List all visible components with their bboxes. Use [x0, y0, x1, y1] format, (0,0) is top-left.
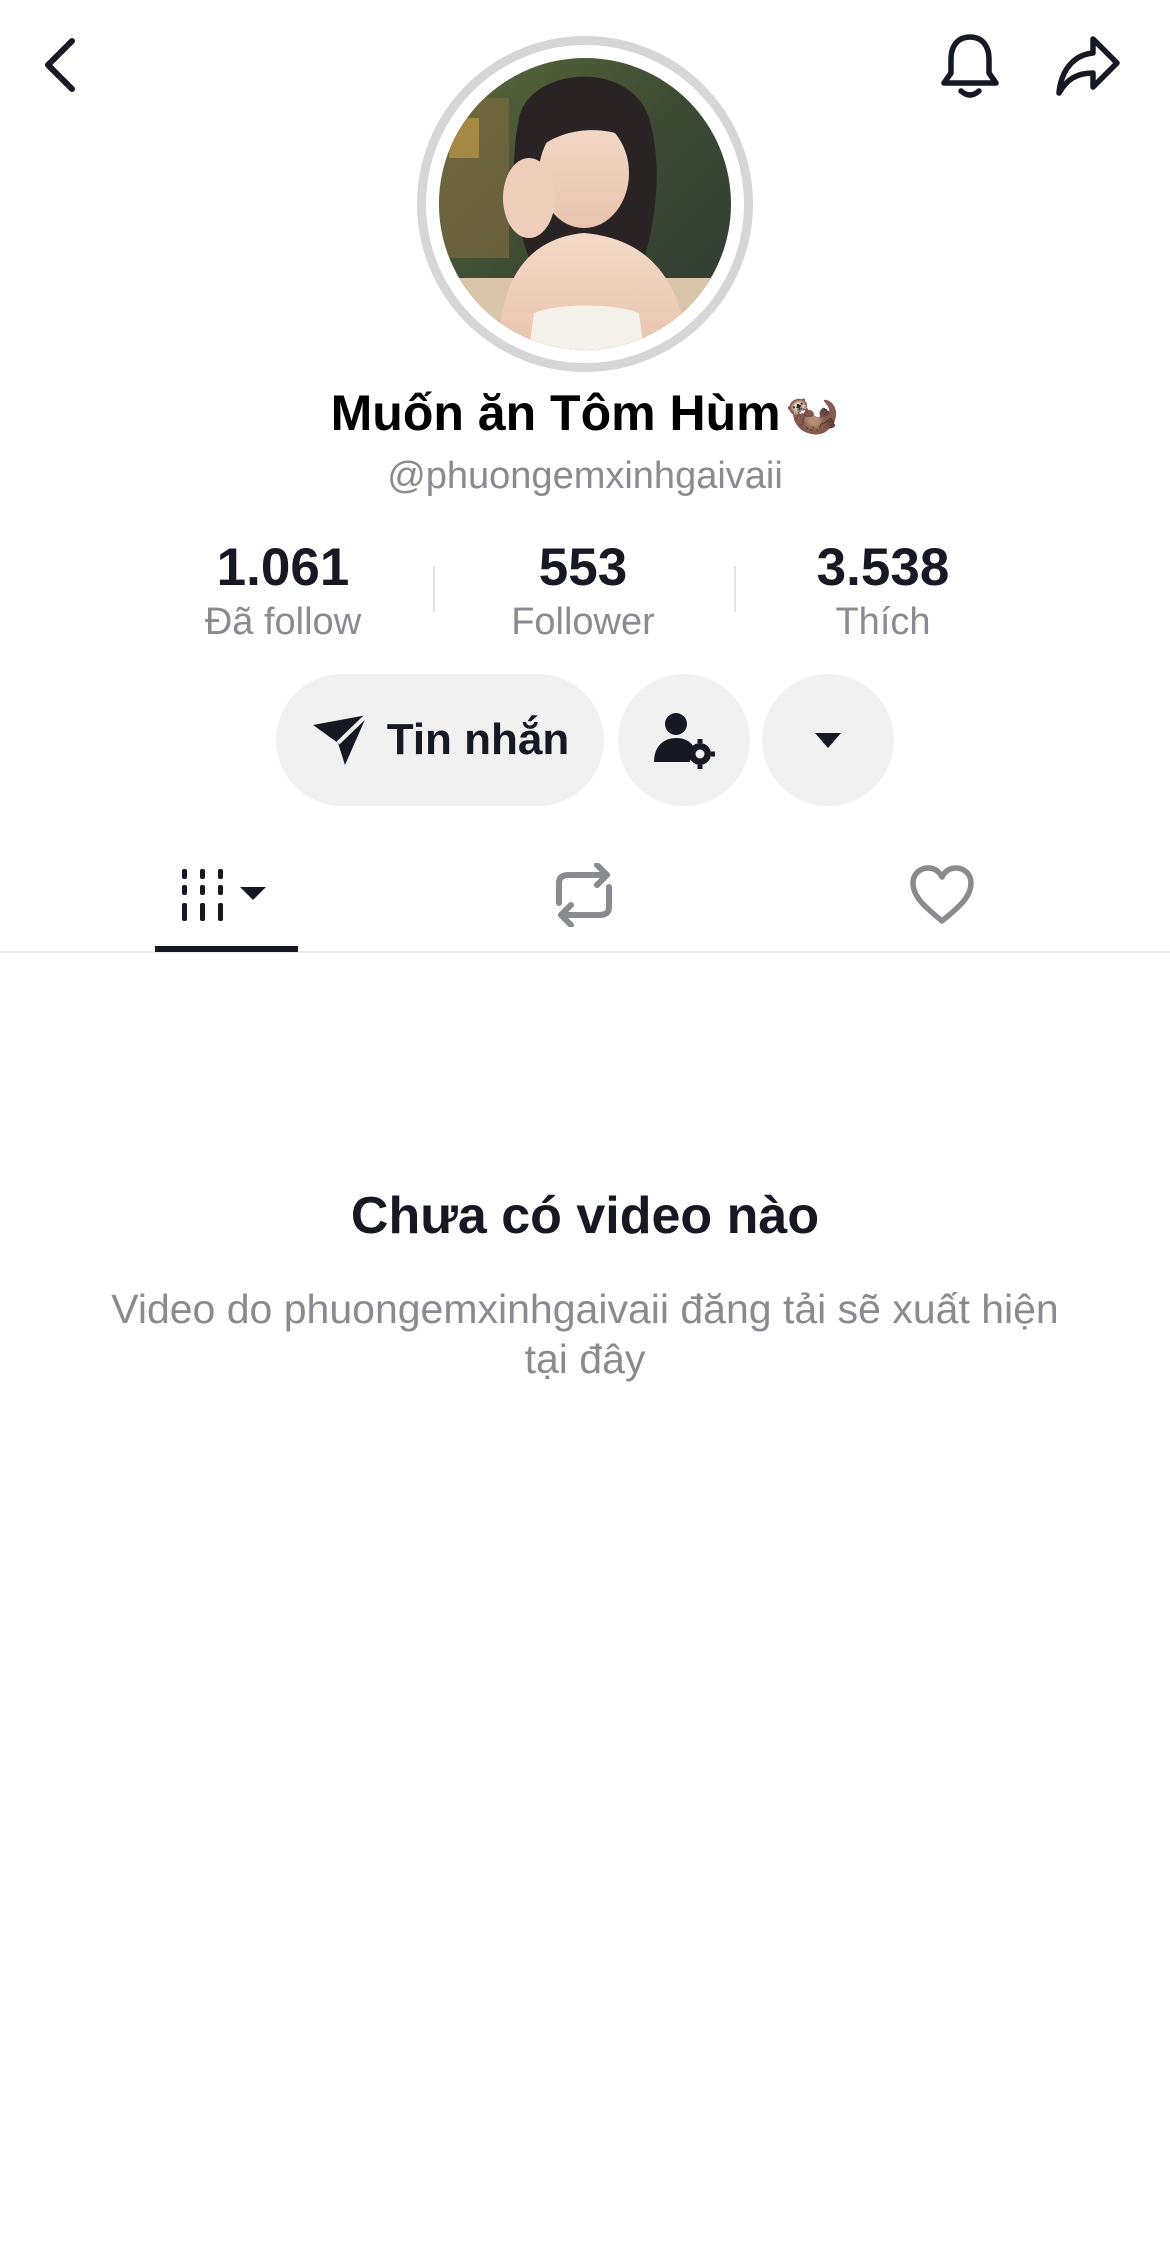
- avatar[interactable]: [417, 36, 753, 372]
- video-grid-icon: [182, 869, 266, 921]
- followers-count: 553: [538, 538, 628, 597]
- stat-likes[interactable]: 3.538 Thích: [733, 538, 1033, 646]
- empty-state-description: Video do phuongemxinhgaivaii đăng tải sẽ…: [111, 1286, 1059, 1382]
- friend-settings-button[interactable]: [618, 674, 750, 806]
- repost-icon: [556, 863, 612, 927]
- stat-following[interactable]: 1.061 Đã follow: [133, 538, 433, 646]
- share-button[interactable]: [1048, 26, 1128, 106]
- message-button[interactable]: Tin nhắn: [276, 674, 604, 806]
- likes-label: Thích: [835, 601, 931, 643]
- display-name: Muốn ăn Tôm Hùm 🦦: [0, 384, 1170, 442]
- display-name-emoji: 🦦: [784, 389, 840, 438]
- following-count: 1.061: [216, 538, 350, 597]
- share-arrow-icon: [1056, 36, 1120, 96]
- caret-down-icon: [815, 733, 841, 748]
- stat-followers[interactable]: 553 Follower: [433, 538, 733, 646]
- tab-reposts[interactable]: [434, 840, 734, 950]
- profile-photo: [439, 58, 731, 350]
- notification-bell-button[interactable]: [930, 26, 1010, 106]
- user-gear-icon: [654, 713, 715, 769]
- more-options-button[interactable]: [762, 674, 894, 806]
- following-label: Đã follow: [204, 601, 362, 643]
- message-button-label: Tin nhắn: [386, 715, 570, 764]
- display-name-text: Muốn ăn Tôm Hùm: [330, 385, 781, 441]
- followers-label: Follower: [511, 601, 655, 643]
- back-button[interactable]: [30, 30, 90, 100]
- chevron-left-icon: [45, 38, 75, 92]
- empty-state-title: Chưa có video nào: [350, 1187, 820, 1245]
- bell-icon: [941, 34, 999, 98]
- send-icon: [312, 713, 369, 765]
- tab-videos[interactable]: [76, 840, 376, 950]
- heart-icon: [910, 865, 974, 924]
- tab-liked[interactable]: [792, 840, 1092, 950]
- likes-count: 3.538: [816, 538, 950, 597]
- username: @phuongemxinhgaivaii: [387, 455, 783, 497]
- active-tab-indicator: [155, 946, 298, 952]
